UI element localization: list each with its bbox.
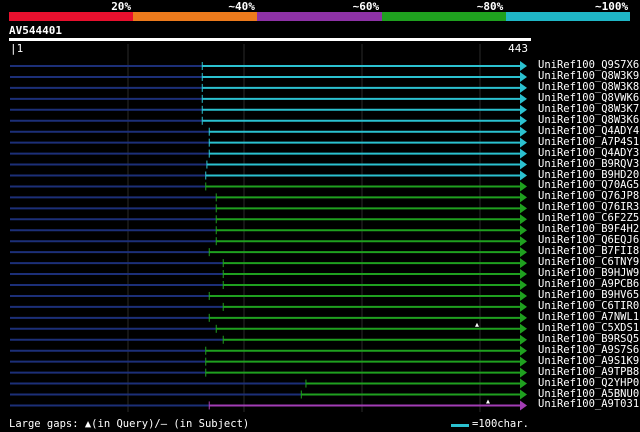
hit-arrow-head [520,334,527,345]
hit-arrow-head [520,181,527,192]
large-gaps-legend: Large gaps: ▲(in Query)/– (in Subject) [9,418,250,430]
hit-label[interactable]: UniRef100_A9T031 [538,399,639,410]
hit-arrow-head [520,389,527,400]
hit-arrow-head [520,148,527,159]
hit-label[interactable]: UniRef100_A9S1K9 [538,355,639,367]
hit-arrow-head [520,93,527,104]
hit-arrow-head [520,137,527,148]
hit-arrow-head [520,280,527,290]
hit-arrow-head [520,71,527,82]
hit-arrow-head [520,301,527,312]
hit-arrow-head [520,258,527,269]
hit-arrow-head [520,378,527,389]
hit-label[interactable]: UniRef100_A7P4S1 [538,136,639,148]
hit-label[interactable]: UniRef100_Q4ADY3 [538,147,639,159]
hit-arrow-head [520,225,527,236]
hit-arrow-head [520,115,527,126]
scale-label: =100char. [472,418,529,430]
hit-arrow-head [520,214,527,225]
hit-arrow-head [520,126,527,137]
hit-arrow-head [520,247,527,258]
hit-arrow-head [520,203,527,214]
hit-arrow-head [520,192,527,203]
hit-arrow-head [520,170,527,181]
gap-marker-icon [486,399,490,404]
hit-arrow-head [520,312,527,323]
hit-arrow-head [520,104,527,115]
hit-arrow-head [520,345,527,356]
hit-arrow-head [520,61,527,71]
gap-marker-icon [475,322,479,327]
hit-arrow-head [520,323,527,334]
hit-arrow-head [520,269,527,280]
hit-arrow-head [520,236,527,247]
hit-label[interactable]: UniRef100_B9RQV3 [538,158,639,170]
hit-label[interactable]: UniRef100_A9TPB8 [538,366,639,378]
scale-bar [451,424,469,427]
hit-arrow-head [520,356,527,367]
hit-arrow-head [520,367,527,378]
hit-arrow-head [520,159,527,170]
hit-arrow-head [520,400,527,411]
hit-arrow-head [520,82,527,93]
hit-label[interactable]: UniRef100_Q2YHP0 [538,377,639,389]
hit-arrow-head [520,290,527,301]
